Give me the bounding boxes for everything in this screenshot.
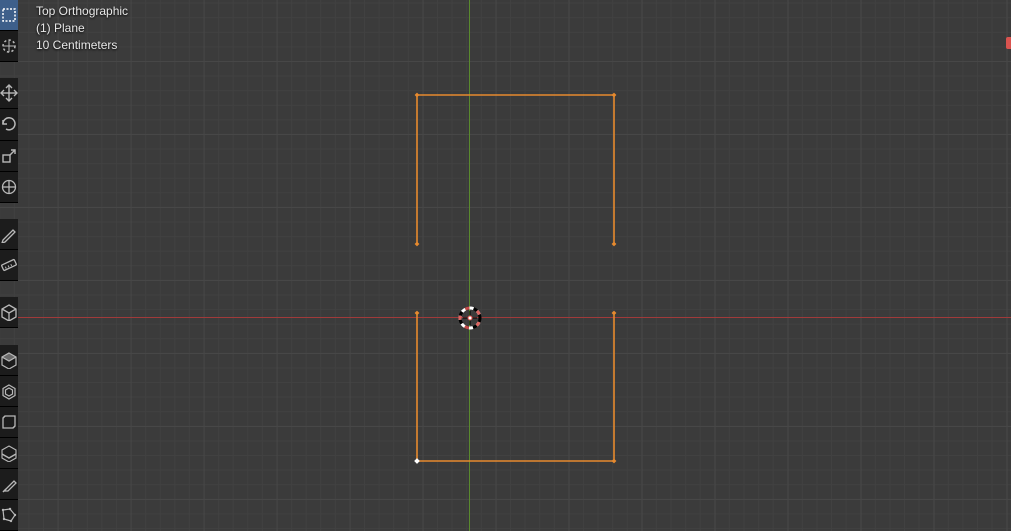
tool-annotate[interactable] [0,219,18,250]
tool-cursor[interactable] [0,31,18,62]
tool-extrude[interactable] [0,345,18,376]
tool-select-box[interactable] [0,0,18,31]
scale-icon [0,147,18,165]
axis-y [469,0,470,531]
cursor-icon [0,37,18,55]
viewport-info: Top Orthographic (1) Plane 10 Centimeter… [36,3,128,54]
measure-icon [0,256,18,274]
knife-icon [0,475,18,493]
inset-icon [0,382,18,400]
tool-loopcut[interactable] [0,438,18,469]
axis-x [0,317,1011,318]
tool-bevel[interactable] [0,407,18,438]
toolbar-gap [0,203,18,219]
move-icon [0,84,18,102]
bevel-icon [0,413,18,431]
rotate-icon [0,115,18,133]
tab-indicator[interactable] [1006,37,1011,49]
viewport-grid-scale: 10 Centimeters [36,37,128,54]
loopcut-icon [0,444,18,462]
transform-icon [0,178,18,196]
select-icon [0,6,18,24]
tool-transform[interactable] [0,172,18,203]
extrude-icon [0,351,18,369]
tool-polybuild[interactable] [0,500,18,531]
tool-rotate[interactable] [0,109,18,140]
viewport-grid [0,0,1011,531]
tool-knife[interactable] [0,469,18,500]
tool-inset[interactable] [0,376,18,407]
toolbar [0,0,18,531]
toolbar-gap [0,62,18,78]
toolbar-gap [0,328,18,344]
viewport-object-name: (1) Plane [36,20,128,37]
polybuild-icon [0,506,18,524]
tool-move[interactable] [0,78,18,109]
viewport-view-name: Top Orthographic [36,3,128,20]
tool-scale[interactable] [0,141,18,172]
toolbar-gap [0,281,18,297]
annotate-icon [0,225,18,243]
cube-icon [0,303,18,321]
tool-add-cube[interactable] [0,297,18,328]
tool-measure[interactable] [0,250,18,281]
